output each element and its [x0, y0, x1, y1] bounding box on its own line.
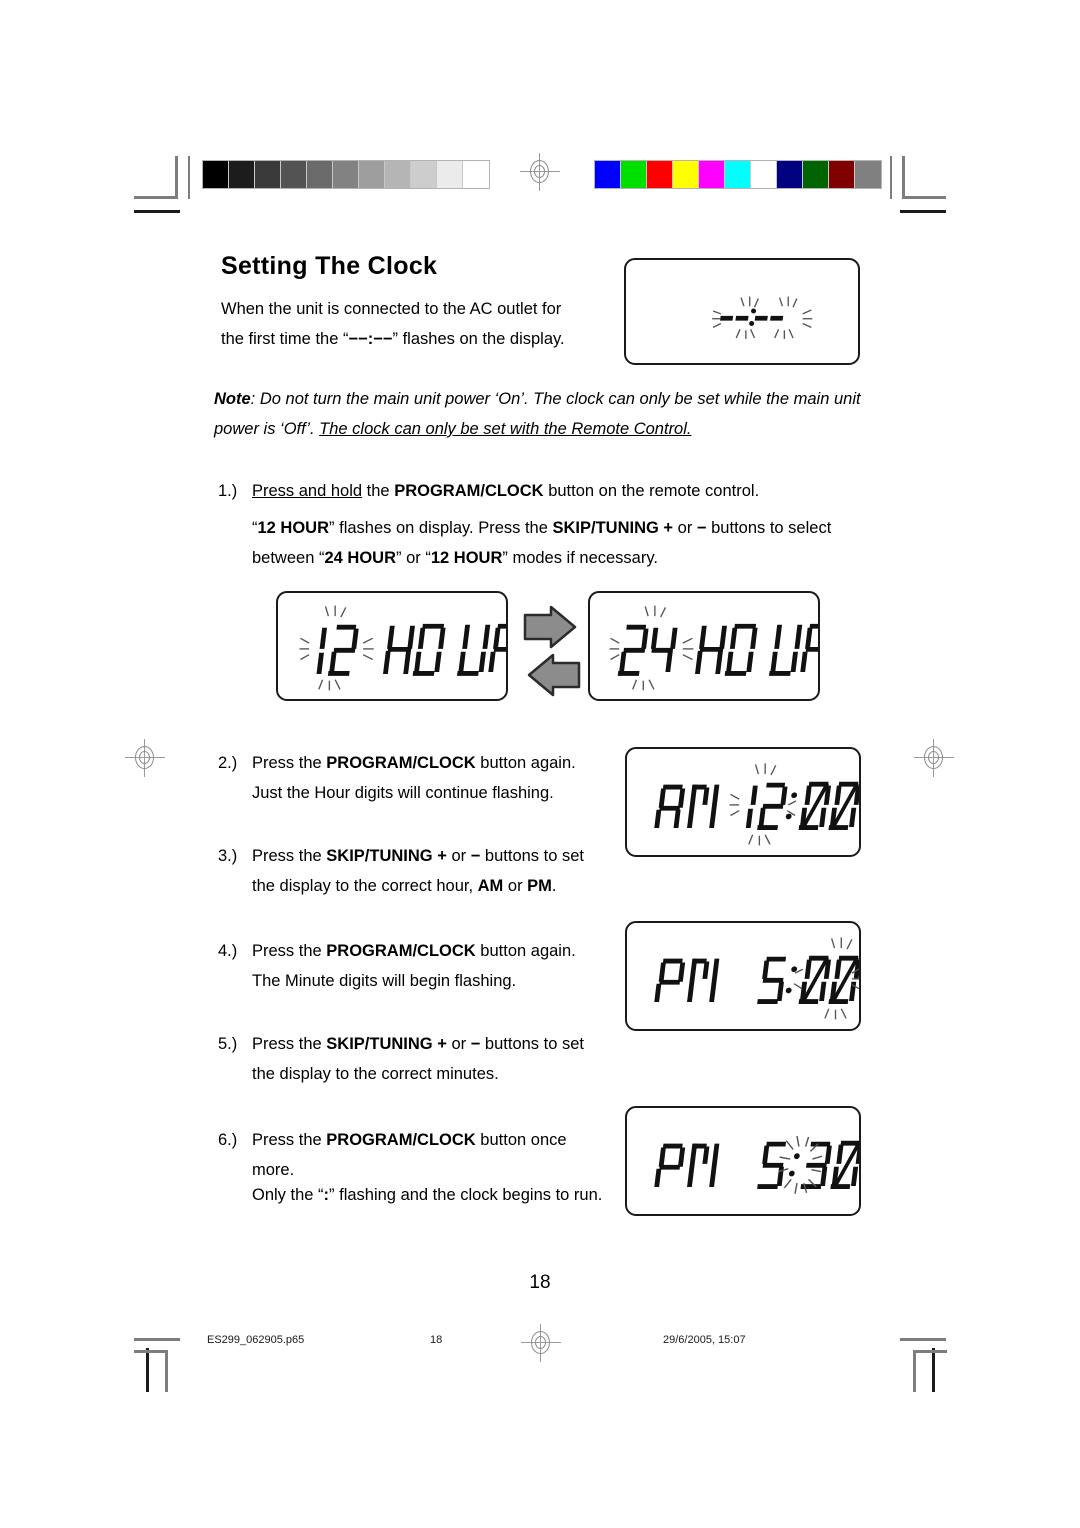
step-4-text: Press the PROGRAM/CLOCK button again. Th…: [252, 942, 576, 990]
intro-line-2a: the first time the “: [221, 330, 349, 348]
arrow-left-shape: [527, 653, 581, 697]
note-underlined-text: The clock can only be set with the Remot…: [319, 420, 692, 438]
display-12-hour: [276, 591, 508, 701]
crop-mark-bottom-left-v2: [165, 1350, 168, 1392]
step-2-text: Press the PROGRAM/CLOCK button again. Ju…: [252, 754, 576, 802]
step-6-text-2: Only the “:” flashing and the clock begi…: [252, 1186, 603, 1204]
registration-target-top: [520, 153, 560, 191]
crop-mark-top-right-h2: [900, 210, 946, 213]
crop-mark-top-left-v: [175, 156, 178, 199]
intro-paragraph: When the unit is connected to the AC out…: [221, 294, 621, 354]
step-1-number: 1.): [218, 482, 238, 500]
page-number: 18: [529, 1272, 551, 1293]
calibration-swatch: [621, 161, 647, 188]
display-24-hour: [588, 591, 820, 701]
step-4: 4.) Press the PROGRAM/CLOCK button again…: [218, 936, 608, 996]
step-5: 5.) Press the SKIP/TUNING + or − buttons…: [218, 1029, 608, 1089]
registration-target-bottom: [521, 1324, 561, 1362]
grayscale-calibration-bar: [202, 160, 490, 189]
crop-mark-bottom-right-h: [900, 1338, 946, 1341]
intro-dashes: −−:−−: [348, 330, 393, 348]
calibration-swatch: [725, 161, 751, 188]
intro-line-1: When the unit is connected to the AC out…: [221, 300, 562, 318]
note-block: Note: Do not turn the main unit power ‘O…: [214, 384, 874, 444]
calibration-swatch: [385, 161, 411, 188]
crop-mark-bottom-left-h2: [134, 1350, 168, 1353]
step-6: 6.) Press the PROGRAM/CLOCK button once …: [218, 1125, 608, 1185]
display-dashes: [624, 258, 860, 365]
step-3: 3.) Press the SKIP/TUNING + or − buttons…: [218, 841, 608, 901]
intro-line-2b: ” flashes on the display.: [392, 330, 565, 348]
calibration-swatch: [647, 161, 673, 188]
calibration-swatch: [777, 161, 803, 188]
crop-mark-bottom-left-v: [146, 1348, 149, 1392]
registration-target-left: [125, 739, 165, 777]
note-label: Note: [214, 390, 251, 408]
step-1-text-2: “12 HOUR” flashes on display. Press the …: [252, 519, 832, 567]
calibration-swatch: [829, 161, 855, 188]
toggle-arrows: [521, 603, 587, 701]
step-3-number: 3.): [218, 847, 238, 865]
crop-mark-top-left-h2: [134, 210, 180, 213]
step-5-number: 5.): [218, 1035, 238, 1053]
crop-mark-bottom-right-v: [932, 1348, 935, 1392]
footer-filename: ES299_062905.p65: [207, 1334, 305, 1346]
calibration-swatch: [229, 161, 255, 188]
calibration-swatch: [595, 161, 621, 188]
step-1-continued: “12 HOUR” flashes on display. Press the …: [218, 513, 878, 573]
calibration-swatch: [699, 161, 725, 188]
footer-page: 18: [430, 1334, 443, 1346]
step-1: 1.) Press and hold the PROGRAM/CLOCK but…: [218, 476, 878, 506]
page-title: Setting The Clock: [221, 252, 438, 280]
step-5-text: Press the SKIP/TUNING + or − buttons to …: [252, 1035, 584, 1083]
display-pm-500: [625, 921, 861, 1031]
crop-mark-top-right-v2: [890, 156, 892, 199]
registration-target-right: [914, 739, 954, 777]
step-1-text: Press and hold the PROGRAM/CLOCK button …: [252, 482, 760, 500]
calibration-swatch: [437, 161, 463, 188]
calibration-swatch: [855, 161, 881, 188]
crop-mark-top-left-v2: [188, 156, 190, 199]
step-6-text: Press the PROGRAM/CLOCK button once more…: [252, 1131, 567, 1179]
step-2: 2.) Press the PROGRAM/CLOCK button again…: [218, 748, 608, 808]
display-pm-530: [625, 1106, 861, 1216]
step-6-number: 6.): [218, 1131, 238, 1149]
arrow-right-shape: [523, 605, 577, 649]
step-4-number: 4.): [218, 942, 238, 960]
crop-mark-bottom-right-v2: [913, 1350, 916, 1392]
document-page: Setting The Clock When the unit is conne…: [0, 0, 1080, 1528]
crop-mark-top-left-h: [134, 196, 178, 199]
crop-mark-bottom-left-h: [134, 1338, 180, 1341]
crop-mark-bottom-right-h2: [913, 1350, 947, 1353]
crop-mark-top-right-h: [902, 196, 946, 199]
display-am-1200: [625, 747, 861, 857]
step-3-text: Press the SKIP/TUNING + or − buttons to …: [252, 847, 584, 895]
calibration-swatch: [255, 161, 281, 188]
footer-timestamp: 29/6/2005, 15:07: [663, 1334, 746, 1346]
calibration-swatch: [307, 161, 333, 188]
calibration-swatch: [463, 161, 489, 188]
calibration-swatch: [203, 161, 229, 188]
calibration-swatch: [281, 161, 307, 188]
crop-mark-top-right-v: [902, 156, 905, 199]
color-calibration-bar: [594, 160, 882, 189]
calibration-swatch: [333, 161, 359, 188]
calibration-swatch: [803, 161, 829, 188]
calibration-swatch: [751, 161, 777, 188]
calibration-swatch: [411, 161, 437, 188]
calibration-swatch: [673, 161, 699, 188]
step-2-number: 2.): [218, 754, 238, 772]
calibration-swatch: [359, 161, 385, 188]
step-6-continued: Only the “:” flashing and the clock begi…: [218, 1180, 608, 1210]
